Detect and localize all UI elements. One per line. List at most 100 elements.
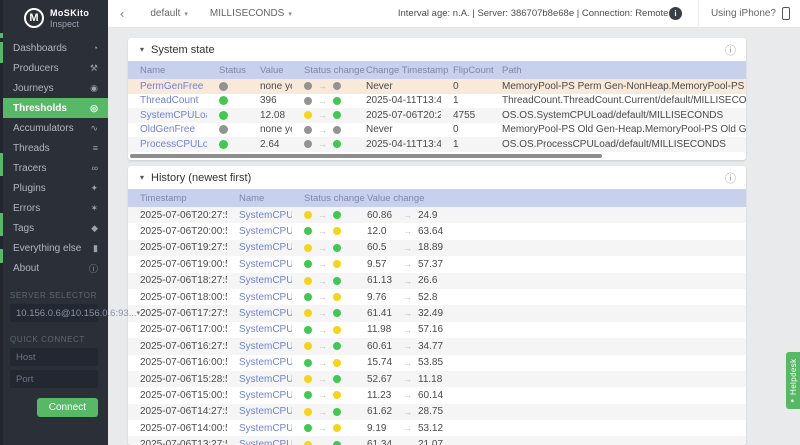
sidebar-item-about[interactable]: Aboutⓘ (0, 258, 108, 278)
table-row: SystemCPULoad12.08→2025-07-06T20:27:54,1… (128, 108, 746, 123)
value-from: 9.19 (367, 423, 397, 434)
sidebar-item-threads[interactable]: Threads≡ (0, 138, 108, 158)
threshold-link[interactable]: SystemCPULoad (239, 308, 292, 319)
accent-mark (0, 33, 3, 38)
threshold-link[interactable]: SystemCPULoad (239, 275, 292, 286)
connect-button[interactable]: Connect (37, 398, 98, 417)
value-change-cell: 9.57→57.37 (355, 256, 746, 272)
arrow-right-icon: → (403, 440, 412, 445)
value-change-cell: 60.61→34.77 (355, 338, 746, 354)
threshold-link[interactable]: SystemCPULoad (239, 390, 292, 401)
sidebar-item-label: Tracers (13, 163, 92, 174)
system-state-table: NameStatusValueStatus changeChange Times… (128, 61, 746, 152)
unit-dropdown[interactable]: MILLISECONDS ▾ (210, 8, 292, 19)
table-row: 2025-07-06T18:00:54,137SystemCPULoad→9.7… (128, 289, 746, 305)
arrow-right-icon: → (318, 259, 327, 269)
status-dot-yellow (333, 293, 341, 301)
sidebar-item-errors[interactable]: Errors✶ (0, 198, 108, 218)
history-title: History (newest first) (151, 172, 725, 184)
chevron-down-icon: ▾ (184, 10, 188, 18)
dashboard-icon: ◔ (93, 43, 98, 53)
status-change-indicator: → (304, 374, 341, 385)
threshold-link[interactable]: SystemCPULoad (239, 242, 292, 253)
section-collapse-icon[interactable]: ▾ (140, 173, 144, 182)
accent-mark (0, 42, 3, 63)
interval-dropdown[interactable]: default ▾ (150, 8, 188, 19)
threshold-link[interactable]: SystemCPULoad (239, 374, 292, 385)
sidebar-item-plugins[interactable]: Plugins✦ (0, 178, 108, 198)
helpdesk-button[interactable]: ● Helpdesk (786, 352, 800, 409)
value-cell: none yet (248, 79, 292, 94)
status-cell (207, 137, 248, 152)
port-input[interactable] (10, 370, 98, 388)
threshold-link[interactable]: SystemCPULoad (140, 110, 207, 121)
sidebar-collapse-icon[interactable]: ‹ (120, 7, 124, 20)
timestamp-cell: 2025-07-06T20:27:54,138 (128, 207, 227, 223)
threshold-link[interactable]: PermGenFree (140, 81, 203, 92)
name-cell: SystemCPULoad (227, 404, 292, 420)
threshold-link[interactable]: ThreadCount (140, 95, 198, 106)
threshold-link[interactable]: SystemCPULoad (239, 406, 292, 417)
threshold-link[interactable]: SystemCPULoad (239, 210, 292, 221)
arrow-right-icon: → (403, 341, 412, 351)
sidebar-item-everything-else[interactable]: Everything else▮ (0, 238, 108, 258)
sidebar-item-label: Threads (13, 143, 93, 154)
threshold-link[interactable]: SystemCPULoad (239, 357, 292, 368)
threshold-link[interactable]: OldGenFree (140, 124, 195, 135)
arrow-right-icon: → (318, 308, 327, 318)
sidebar-item-accumulators[interactable]: Accumulators∿ (0, 118, 108, 138)
status-change-indicator: → (304, 324, 341, 335)
threshold-link[interactable]: SystemCPULoad (239, 226, 292, 237)
arrow-right-icon: → (318, 341, 327, 351)
threshold-link[interactable]: SystemCPULoad (239, 324, 292, 335)
value-cell: 2.64 (248, 137, 292, 152)
value-to: 24.9 (418, 210, 437, 221)
threshold-link[interactable]: ProcessCPULoad (140, 139, 207, 150)
status-dot-gray (304, 140, 312, 148)
server-selector-dropdown[interactable]: 10.156.0.6@10.156.0.6:93... ▾ (10, 304, 98, 322)
threshold-link[interactable]: SystemCPULoad (239, 439, 292, 445)
status-dot-gray (333, 126, 341, 134)
accent-mark (0, 249, 3, 263)
status-dot-yellow (304, 244, 312, 252)
status-dot-green (333, 211, 341, 219)
host-input[interactable] (10, 348, 98, 366)
horizontal-scrollbar[interactable] (130, 154, 602, 158)
threshold-link[interactable]: SystemCPULoad (239, 292, 292, 303)
status-dot-green (333, 140, 341, 148)
status-dot-green (333, 375, 341, 383)
status-change-indicator: → (304, 423, 341, 434)
status-dot-yellow (333, 227, 341, 235)
info-icon[interactable]: i (669, 7, 682, 20)
section-collapse-icon[interactable]: ▾ (140, 45, 144, 54)
value-to: 60.14 (418, 390, 443, 401)
sidebar-item-producers[interactable]: Producers⚒ (0, 58, 108, 78)
info-icon[interactable]: ⓘ (725, 170, 736, 186)
status-change-indicator: → (304, 406, 341, 417)
threshold-link[interactable]: SystemCPULoad (239, 259, 292, 270)
status-dot-gray (304, 82, 312, 90)
status-dot-yellow (304, 441, 312, 445)
threshold-link[interactable]: SystemCPULoad (239, 341, 292, 352)
status-change-indicator: → (304, 95, 341, 106)
arrow-right-icon: → (403, 276, 412, 286)
table-row: 2025-07-06T15:28:54,137SystemCPULoad→52.… (128, 371, 746, 387)
info-icon[interactable]: ⓘ (725, 42, 736, 58)
table-row: 2025-07-06T17:27:54,138SystemCPULoad→61.… (128, 305, 746, 321)
arrow-right-icon: → (403, 407, 412, 417)
history-header: ▾ History (newest first) ⓘ (128, 166, 746, 189)
sidebar-item-tags[interactable]: Tags◆ (0, 218, 108, 238)
sidebar-item-tracers[interactable]: Tracers∞ (0, 158, 108, 178)
logo-mark-icon: M (24, 8, 44, 28)
using-iphone-link[interactable]: Using iPhone? (711, 7, 790, 20)
value-from: 15.74 (367, 357, 397, 368)
sidebar-item-journeys[interactable]: Journeys◉ (0, 78, 108, 98)
threshold-link[interactable]: SystemCPULoad (239, 423, 292, 434)
column-header: Status (207, 61, 248, 79)
timestamp-cell: 2025-07-06T14:27:54,137 (128, 404, 227, 420)
app-logo[interactable]: M MoSKito Inspect (0, 0, 108, 36)
sidebar-item-dashboards[interactable]: Dashboards◔ (0, 38, 108, 58)
status-dot-green (333, 342, 341, 350)
status-change-indicator: → (304, 259, 341, 270)
sidebar-item-thresholds[interactable]: Thresholds◎ (0, 98, 108, 118)
